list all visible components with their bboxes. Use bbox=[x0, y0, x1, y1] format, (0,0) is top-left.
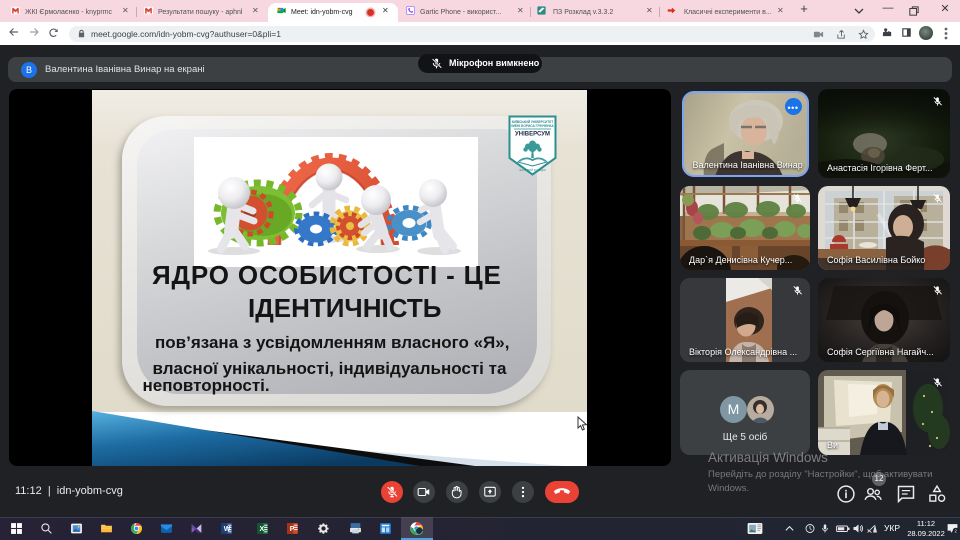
svg-text:ФАХОВИЙ КОЛЕДЖ: ФАХОВИЙ КОЛЕДЖ bbox=[519, 168, 546, 172]
svg-text:ІМЕНІ БОРИСА ГРІНЧЕНКА: ІМЕНІ БОРИСА ГРІНЧЕНКА bbox=[511, 124, 554, 128]
svg-text:УНІВЕРСУМ: УНІВЕРСУМ bbox=[515, 132, 550, 138]
